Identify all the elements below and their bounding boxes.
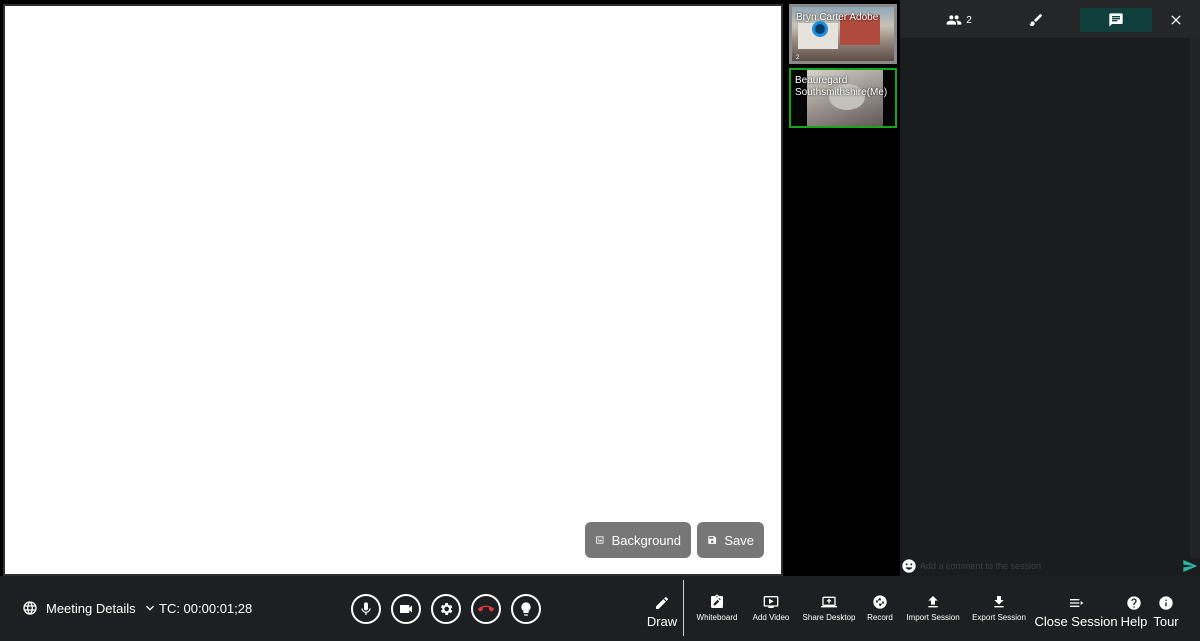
hangup-button[interactable] (471, 594, 501, 624)
background-button[interactable]: Background (585, 522, 691, 558)
close-session-button[interactable]: Close Session (1034, 595, 1118, 629)
people-icon (946, 15, 962, 25)
whiteboard-icon (711, 594, 723, 608)
toolbar-divider (683, 580, 684, 636)
tour-button[interactable]: Tour (1152, 595, 1180, 629)
globe-icon (23, 601, 37, 615)
draw-icon (656, 597, 668, 609)
record-button[interactable]: Record (864, 594, 896, 622)
emoji-button[interactable] (901, 558, 917, 574)
tab-participants[interactable]: 2 (936, 8, 982, 32)
timecode: TC: 00:00:01;28 (159, 601, 253, 616)
draw-label: Draw (646, 614, 678, 629)
add-video-label: Add Video (752, 613, 790, 622)
mic-icon (361, 602, 371, 615)
help-label: Help (1120, 614, 1148, 629)
export-session-button[interactable]: Export Session (970, 594, 1028, 622)
tab-chat[interactable] (1080, 8, 1152, 32)
participant-badge: 2 (796, 55, 800, 61)
draw-button[interactable]: Draw (644, 595, 680, 629)
save-button[interactable]: Save (697, 522, 764, 558)
microphone-button[interactable] (351, 594, 381, 624)
save-button-label: Save (724, 532, 754, 548)
brush-icon (1029, 14, 1042, 26)
chevron-down-icon (145, 605, 154, 611)
participant-name: Bryn Carter Adobe (796, 12, 879, 23)
help-button[interactable]: Help (1120, 595, 1148, 629)
hangup-icon (478, 605, 494, 612)
meeting-details-dropdown[interactable]: Meeting Details (22, 600, 158, 616)
meeting-details-label: Meeting Details (46, 600, 136, 616)
participant-tile[interactable]: Bryn Carter Adobe 2 (789, 4, 897, 64)
send-button[interactable] (1182, 558, 1198, 574)
add-video-button[interactable]: Add Video (750, 594, 792, 622)
close-session-label: Close Session (1034, 614, 1118, 629)
add-video-icon (763, 596, 779, 608)
emoji-icon (902, 559, 916, 573)
ideas-button[interactable] (511, 594, 541, 624)
send-icon (1183, 560, 1198, 572)
panel-tabs: 2 (900, 0, 1200, 38)
camera-icon (400, 605, 412, 613)
comment-bar (900, 556, 1200, 576)
chat-scrollbar[interactable] (1190, 38, 1200, 558)
bulb-icon (521, 602, 531, 616)
close-session-icon (1070, 599, 1084, 607)
import-session-label: Import Session (906, 613, 960, 622)
record-icon (873, 595, 887, 609)
camera-button[interactable] (391, 594, 421, 624)
whiteboard-label: Whiteboard (696, 613, 738, 622)
tour-label: Tour (1153, 614, 1179, 629)
app-window: Background Save Bryn Carter Adobe 2 Beau… (0, 0, 1200, 641)
export-session-label: Export Session (972, 613, 1026, 622)
share-desktop-button[interactable]: Share Desktop (800, 594, 858, 622)
whiteboard-canvas[interactable]: Background Save (3, 4, 783, 576)
share-desktop-label: Share Desktop (802, 613, 856, 622)
image-icon (596, 536, 604, 544)
participant-name: Beauregard Southsmithshire(Me) (795, 75, 888, 98)
comment-input[interactable] (920, 558, 1178, 574)
tab-drawing[interactable] (1020, 8, 1052, 32)
chat-icon (1109, 13, 1123, 27)
save-icon (708, 536, 717, 544)
share-desktop-icon (821, 596, 837, 608)
record-label: Record (867, 613, 893, 622)
upload-icon (928, 596, 938, 608)
settings-icon (440, 603, 453, 615)
side-panel: 2 (900, 0, 1200, 576)
whiteboard-button[interactable]: Whiteboard (694, 594, 740, 622)
people-count: 2 (966, 14, 972, 26)
close-icon (1171, 15, 1181, 25)
bottom-toolbar: Meeting Details TC: 00:00:01;28 Draw Whi… (0, 576, 1200, 641)
import-session-button[interactable]: Import Session (904, 594, 962, 622)
participant-tile-self[interactable]: Beauregard Southsmithshire(Me) (789, 68, 897, 128)
info-icon (1159, 596, 1173, 610)
help-icon (1127, 596, 1141, 610)
settings-button[interactable] (431, 594, 461, 624)
download-icon (994, 596, 1004, 608)
participant-column: Bryn Carter Adobe 2 Beauregard Southsmit… (783, 0, 900, 576)
background-button-label: Background (611, 532, 681, 548)
close-panel-button[interactable] (1162, 8, 1190, 32)
